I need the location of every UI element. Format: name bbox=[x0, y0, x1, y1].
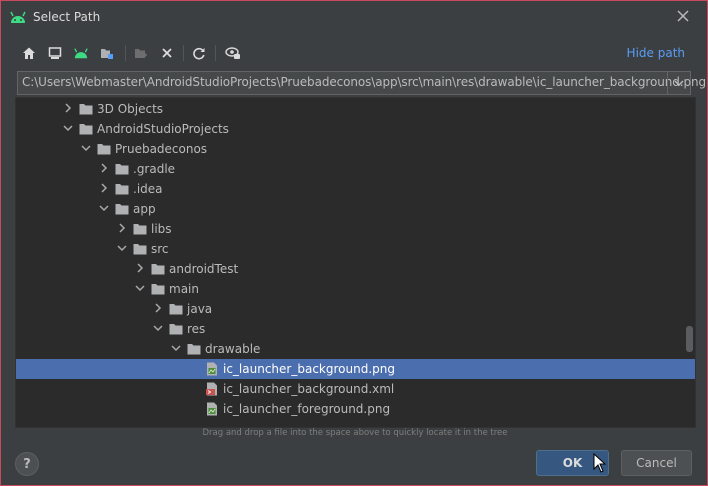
tree-row[interactable]: androidTest bbox=[16, 259, 695, 279]
tree-row[interactable]: libs bbox=[16, 219, 695, 239]
folder-icon bbox=[79, 124, 93, 135]
folder-icon bbox=[115, 204, 129, 215]
module-folder-icon[interactable] bbox=[97, 43, 117, 63]
tree-row[interactable]: drawable bbox=[16, 339, 695, 359]
android-project-icon[interactable] bbox=[71, 43, 91, 63]
chevron-right-icon[interactable] bbox=[153, 303, 163, 313]
image-file-icon bbox=[207, 362, 217, 376]
tree-item-label: .idea bbox=[133, 182, 163, 196]
chevron-right-icon[interactable] bbox=[99, 163, 109, 173]
tree-row[interactable]: main bbox=[16, 279, 695, 299]
close-icon[interactable] bbox=[675, 8, 691, 24]
folder-icon bbox=[151, 264, 165, 275]
tree-item-label: main bbox=[169, 282, 199, 296]
path-input[interactable]: C:\Users\Webmaster\AndroidStudioProjects… bbox=[17, 71, 706, 95]
folder-icon bbox=[187, 344, 201, 355]
tree-item-label: ic_launcher_foreground.png bbox=[223, 402, 391, 416]
home-icon[interactable] bbox=[19, 43, 39, 63]
toolbar-separator bbox=[125, 45, 126, 61]
cancel-button[interactable]: Cancel bbox=[621, 450, 692, 476]
folder-icon bbox=[169, 324, 183, 335]
dialog-title: Select Path bbox=[33, 10, 101, 24]
tree-item-label: .gradle bbox=[133, 162, 176, 176]
tree-row[interactable]: .idea bbox=[16, 179, 695, 199]
chevron-down-icon[interactable] bbox=[81, 143, 91, 153]
drag-drop-hint: Drag and drop a file into the space abov… bbox=[202, 428, 508, 438]
tree-item-label: 3D Objects bbox=[97, 102, 164, 116]
tree-item-label: AndroidStudioProjects bbox=[97, 122, 229, 136]
folder-icon bbox=[133, 244, 147, 255]
folder-icon bbox=[133, 224, 147, 235]
folder-icon bbox=[79, 104, 93, 115]
tree-row[interactable]: AndroidStudioProjects bbox=[16, 119, 695, 139]
chevron-down-icon[interactable] bbox=[135, 283, 145, 293]
chevron-down-icon[interactable] bbox=[63, 123, 73, 133]
tree-row[interactable]: res bbox=[16, 319, 695, 339]
title-bar: Select Path bbox=[1, 1, 707, 33]
folder-icon bbox=[97, 144, 111, 155]
chevron-down-icon[interactable] bbox=[153, 323, 163, 333]
tree-row[interactable]: ic_launcher_background.png bbox=[16, 359, 695, 379]
tree-item-label: java bbox=[187, 302, 213, 316]
new-folder-icon[interactable] bbox=[131, 43, 151, 63]
chevron-down-icon[interactable] bbox=[99, 203, 109, 213]
path-history-dropdown[interactable] bbox=[667, 72, 690, 94]
image-file-icon bbox=[207, 402, 217, 416]
xml-file-icon bbox=[206, 382, 217, 396]
mouse-cursor-icon bbox=[593, 453, 607, 473]
path-value: C:\Users\Webmaster\AndroidStudioProjects… bbox=[22, 75, 706, 89]
desktop-icon[interactable] bbox=[45, 43, 65, 63]
select-path-dialog: Select Path Hide path C:\Users\Webmaster… bbox=[0, 0, 708, 486]
tree-item-label: ic_launcher_background.png bbox=[223, 362, 395, 376]
tree-item-label: src bbox=[151, 242, 169, 256]
tree-item-label: ic_launcher_background.xml bbox=[223, 382, 395, 396]
show-hidden-icon[interactable] bbox=[223, 43, 243, 63]
chevron-down-icon[interactable] bbox=[117, 243, 127, 253]
tree-row[interactable]: ic_launcher_background.xml bbox=[16, 379, 695, 399]
chevron-right-icon[interactable] bbox=[63, 103, 73, 113]
toolbar-separator bbox=[183, 45, 184, 61]
delete-icon[interactable] bbox=[157, 43, 177, 63]
toolbar-separator bbox=[215, 45, 216, 61]
tree-item-label: app bbox=[133, 202, 156, 216]
chevron-right-icon[interactable] bbox=[135, 263, 145, 273]
tree-item-label: libs bbox=[151, 222, 172, 236]
tree-row[interactable]: 3D Objects bbox=[16, 99, 695, 119]
tree-row[interactable]: app bbox=[16, 199, 695, 219]
tree-row[interactable]: java bbox=[16, 299, 695, 319]
file-tree[interactable]: 3D Objects AndroidStudioProjects Pruebadec… bbox=[15, 97, 696, 428]
android-icon bbox=[10, 11, 26, 23]
chevron-right-icon[interactable] bbox=[99, 183, 109, 193]
tree-row[interactable]: .gradle bbox=[16, 159, 695, 179]
folder-icon bbox=[151, 284, 165, 295]
chevron-down-icon[interactable] bbox=[171, 343, 181, 353]
hide-path-link[interactable]: Hide path bbox=[627, 46, 685, 60]
tree-item-label: Pruebadeconos bbox=[115, 142, 208, 156]
tree-row[interactable]: src bbox=[16, 239, 695, 259]
chevron-down-icon bbox=[674, 80, 684, 86]
folder-icon bbox=[169, 304, 183, 315]
chevron-right-icon[interactable] bbox=[117, 223, 127, 233]
tree-item-label: androidTest bbox=[169, 262, 239, 276]
tree-row[interactable]: ic_launcher_foreground.png bbox=[16, 399, 695, 419]
tree-row[interactable]: Pruebadeconos bbox=[16, 139, 695, 159]
folder-icon bbox=[115, 184, 129, 195]
help-button[interactable]: ? bbox=[15, 452, 39, 476]
tree-item-label: drawable bbox=[205, 342, 261, 356]
refresh-icon[interactable] bbox=[189, 43, 209, 63]
folder-icon bbox=[115, 164, 129, 175]
toolbar: Hide path bbox=[17, 41, 697, 65]
tree-item-label: res bbox=[187, 322, 206, 336]
